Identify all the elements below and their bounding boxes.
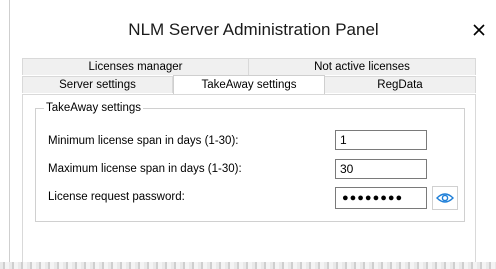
close-icon xyxy=(473,24,485,36)
min-span-label: Minimum license span in days (1-30): xyxy=(48,135,239,147)
window-title: NLM Server Administration Panel xyxy=(128,20,379,39)
max-span-label: Maximum license span in days (1-30): xyxy=(48,163,242,175)
password-input[interactable]: ●●●●●●●● xyxy=(335,187,427,209)
group-title: TakeAway settings xyxy=(46,102,142,114)
takeaway-settings-group: TakeAway settings Minimum license span i… xyxy=(35,102,465,222)
tab-takeaway-settings[interactable]: TakeAway settings xyxy=(173,75,325,94)
password-label: License request password: xyxy=(48,191,185,203)
takeaway-settings-panel: TakeAway settings Minimum license span i… xyxy=(22,94,476,262)
tab-row-back: Licenses manager Not active licenses xyxy=(22,58,476,75)
min-span-input[interactable] xyxy=(335,130,427,150)
tab-not-active-licenses[interactable]: Not active licenses xyxy=(249,58,476,75)
tab-licenses-manager[interactable]: Licenses manager xyxy=(22,58,249,75)
max-span-input[interactable] xyxy=(335,159,427,179)
cropped-content-strip xyxy=(0,262,496,269)
tab-server-settings[interactable]: Server settings xyxy=(22,76,173,93)
eye-icon xyxy=(436,193,454,203)
password-mask: ●●●●●●●● xyxy=(342,192,404,204)
close-button[interactable] xyxy=(465,16,493,44)
tab-row-front: Server settings TakeAway settings RegDat… xyxy=(22,75,476,94)
reveal-password-button[interactable] xyxy=(432,186,458,210)
tab-regdata[interactable]: RegData xyxy=(325,76,476,93)
